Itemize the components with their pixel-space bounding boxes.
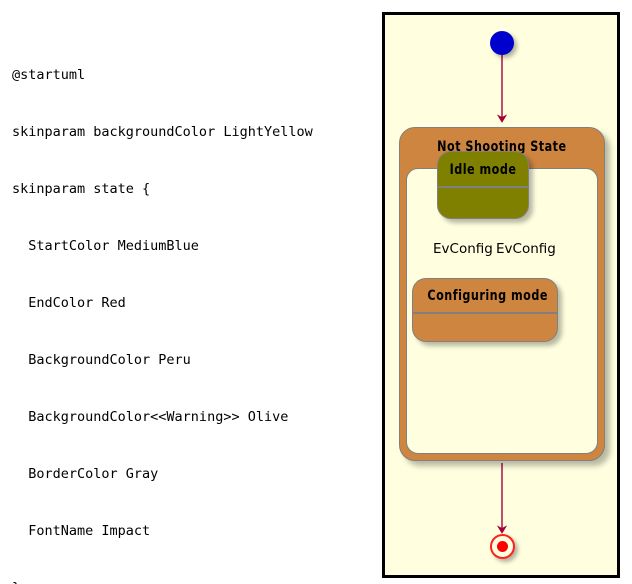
code-line: skinparam state { (12, 181, 151, 197)
edge-label-idle-to-configuring: EvConfig (433, 241, 493, 257)
code-line: FontName Impact (12, 523, 151, 539)
state-configuring-mode-label: Configuring mode (427, 288, 548, 304)
code-line: @startuml (12, 67, 86, 83)
state-divider (413, 312, 557, 314)
code-line: BackgroundColor<<Warning>> Olive (12, 409, 289, 425)
state-configuring-mode: Configuring mode (412, 278, 558, 342)
state-diagram-canvas: NotShooting --> Idle (inside composite) … (385, 15, 617, 575)
code-line: } (12, 579, 362, 584)
state-idle-mode-label: Idle mode (449, 162, 517, 178)
code-line: StartColor MediumBlue (12, 238, 199, 254)
screenshot-root: @startuml skinparam backgroundColor Ligh… (0, 0, 632, 584)
code-line: EndColor Red (12, 295, 126, 311)
state-diagram-panel: NotShooting --> Idle (inside composite) … (382, 12, 620, 578)
start-state-node (490, 31, 514, 55)
state-divider (438, 186, 528, 188)
edge-label-configuring-to-idle: EvConfig (496, 241, 556, 257)
end-state-inner-dot (497, 541, 508, 552)
plantuml-source-panel: @startuml skinparam backgroundColor Ligh… (0, 0, 378, 584)
code-line: BackgroundColor Peru (12, 352, 191, 368)
plantuml-source-code: @startuml skinparam backgroundColor Ligh… (12, 28, 362, 584)
state-idle-mode: Idle mode (437, 151, 529, 219)
code-line: skinparam backgroundColor LightYellow (12, 124, 313, 140)
end-state-node (490, 534, 515, 559)
code-line: BorderColor Gray (12, 466, 159, 482)
